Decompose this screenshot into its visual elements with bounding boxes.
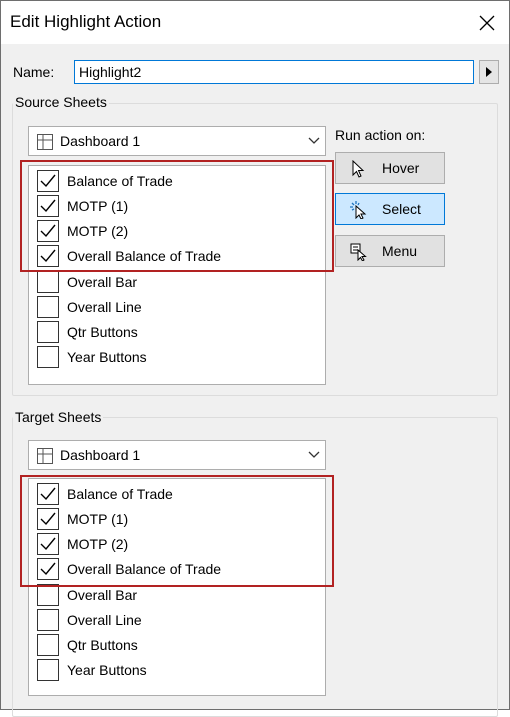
title-bar: Edit Highlight Action: [1, 1, 509, 44]
menu-pointer-icon: [350, 243, 367, 261]
list-item[interactable]: Qtr Buttons: [37, 633, 317, 657]
target-sheets-label: Target Sheets: [13, 409, 104, 425]
source-dashboard-dropdown[interactable]: Dashboard 1: [28, 126, 326, 156]
highlight-annotation-box: [20, 475, 334, 587]
list-item[interactable]: Overall Bar: [37, 270, 317, 294]
hover-label: Hover: [382, 160, 420, 176]
chevron-down-icon: [308, 451, 320, 458]
target-dashboard-value: Dashboard 1: [60, 447, 141, 463]
run-action-label: Run action on:: [335, 127, 426, 143]
sheet-label: Qtr Buttons: [67, 324, 138, 340]
insert-field-button[interactable]: [479, 60, 499, 84]
chevron-down-icon: [308, 137, 320, 144]
close-button[interactable]: [471, 7, 503, 39]
select-label: Select: [382, 201, 421, 217]
sheet-label: Year Buttons: [67, 662, 147, 678]
sheet-label: Year Buttons: [67, 349, 147, 365]
select-button[interactable]: Select: [335, 193, 445, 225]
dashboard-grid-icon: [37, 448, 53, 464]
menu-button[interactable]: Menu: [335, 235, 445, 267]
list-item[interactable]: Year Buttons: [37, 658, 317, 682]
menu-label: Menu: [382, 243, 418, 259]
checkbox[interactable]: [37, 296, 59, 318]
list-item[interactable]: Qtr Buttons: [37, 320, 317, 344]
name-input[interactable]: [74, 60, 474, 84]
dashboard-grid-icon: [37, 134, 53, 150]
checkbox[interactable]: [37, 584, 59, 606]
checkbox[interactable]: [37, 321, 59, 343]
sheet-label: Overall Bar: [67, 274, 138, 290]
checkbox[interactable]: [37, 609, 59, 631]
select-click-icon: [350, 201, 367, 219]
checkbox[interactable]: [37, 659, 59, 681]
sheet-label: Overall Line: [67, 299, 142, 315]
checkbox[interactable]: [37, 634, 59, 656]
list-item[interactable]: Year Buttons: [37, 345, 317, 369]
checkbox[interactable]: [37, 271, 59, 293]
highlight-annotation-box: [20, 160, 334, 272]
pointer-icon: [352, 160, 365, 178]
list-item[interactable]: Overall Line: [37, 295, 317, 319]
source-sheets-label: Source Sheets: [13, 94, 109, 110]
sheet-label: Qtr Buttons: [67, 637, 138, 653]
list-item[interactable]: Overall Line: [37, 608, 317, 632]
sheet-label: Overall Bar: [67, 587, 138, 603]
checkbox[interactable]: [37, 346, 59, 368]
caret-right-icon: [486, 67, 492, 77]
source-dashboard-value: Dashboard 1: [60, 133, 141, 149]
window-title: Edit Highlight Action: [10, 12, 162, 31]
hover-button[interactable]: Hover: [335, 152, 445, 184]
sheet-label: Overall Line: [67, 612, 142, 628]
target-dashboard-dropdown[interactable]: Dashboard 1: [28, 440, 326, 470]
edit-highlight-action-dialog: Edit Highlight Action Name: Source Sheet…: [0, 0, 510, 717]
name-label: Name:: [13, 64, 55, 80]
close-icon: [479, 15, 495, 31]
